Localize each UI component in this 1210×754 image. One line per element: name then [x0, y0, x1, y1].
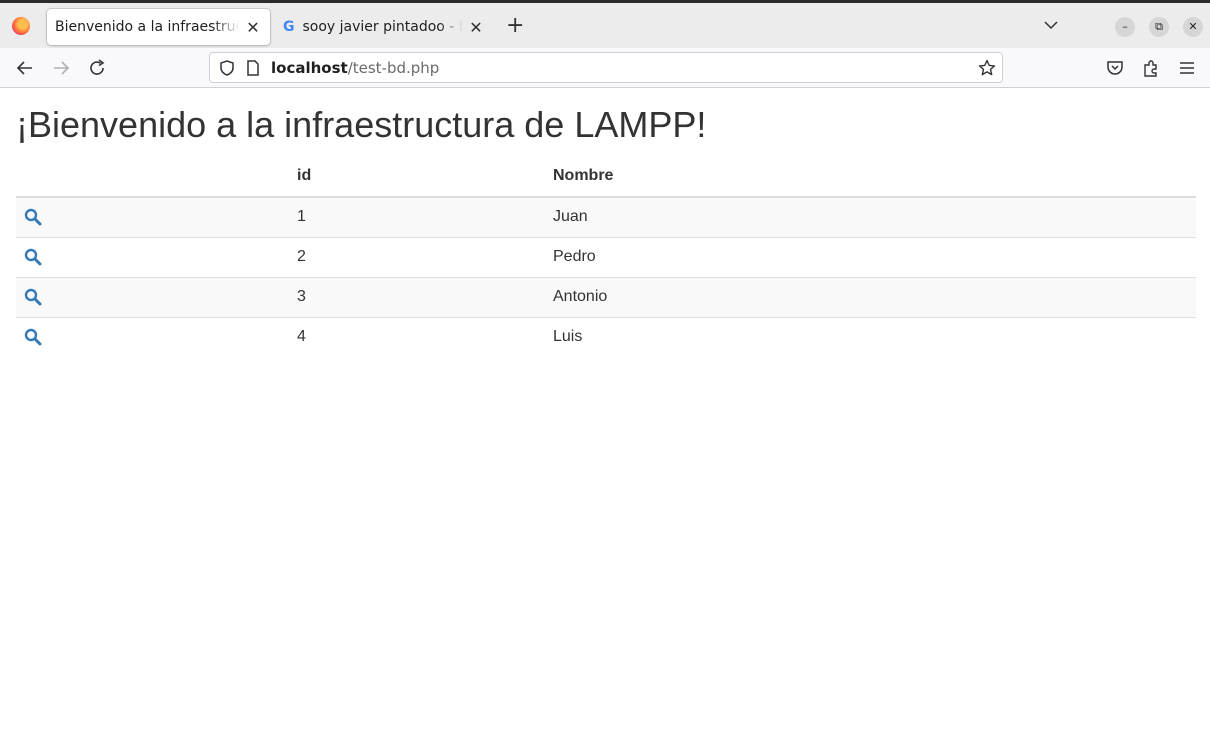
row-nombre: Antonio — [545, 276, 1196, 317]
tab-strip: Bienvenido a la infraestructura de LAMPP… — [0, 0, 1210, 48]
close-tab-icon[interactable]: ✕ — [244, 18, 262, 37]
row-action-cell — [16, 236, 289, 277]
header-action — [16, 156, 289, 198]
navigation-bar: localhost/test-bd.php — [0, 48, 1210, 88]
pocket-icon[interactable] — [1105, 58, 1125, 78]
table-row: 2 Pedro — [16, 236, 1196, 277]
extensions-puzzle-icon[interactable] — [1141, 58, 1161, 78]
table-header-row: id Nombre — [16, 156, 1196, 198]
new-tab-icon[interactable]: + — [506, 15, 524, 37]
row-nombre: Luis — [545, 316, 1196, 357]
tab-title: Bienvenido a la infraestructura de LAMPP… — [55, 19, 240, 35]
restore-window-icon[interactable]: ⧉ — [1149, 17, 1169, 37]
bookmark-star-icon[interactable] — [978, 59, 996, 77]
list-all-tabs-icon[interactable] — [1043, 17, 1059, 33]
search-icon[interactable] — [24, 288, 42, 306]
google-icon: G — [283, 19, 295, 35]
table-row: 3 Antonio — [16, 276, 1196, 317]
row-id: 2 — [289, 236, 545, 277]
reload-icon[interactable] — [87, 58, 107, 78]
close-tab-icon[interactable]: ✕ — [467, 18, 485, 37]
row-id: 1 — [289, 197, 545, 237]
row-action-cell — [16, 316, 289, 357]
firefox-logo-icon[interactable] — [12, 17, 30, 35]
tab-title: sooy javier pintadoo - Buscar con Google — [302, 19, 464, 35]
page-title: ¡Bienvenido a la infraestructura de LAMP… — [16, 104, 707, 145]
row-action-cell — [16, 276, 289, 317]
shield-icon[interactable] — [218, 59, 236, 77]
forward-arrow-icon[interactable] — [51, 58, 71, 78]
hamburger-menu-icon[interactable] — [1177, 58, 1197, 78]
page-info-icon[interactable] — [245, 59, 261, 77]
row-action-cell — [16, 197, 289, 237]
minimize-window-icon[interactable]: – — [1115, 17, 1135, 37]
close-window-icon[interactable]: ✕ — [1183, 17, 1203, 37]
tab-active[interactable]: Bienvenido a la infraestructura de LAMPP… — [47, 9, 270, 45]
row-id: 3 — [289, 276, 545, 317]
search-icon[interactable] — [24, 208, 42, 226]
url-path: /test-bd.php — [347, 59, 440, 77]
header-id: id — [289, 156, 545, 198]
url-bar[interactable]: localhost/test-bd.php — [209, 52, 1003, 83]
row-id: 4 — [289, 316, 545, 357]
table-row: 1 Juan — [16, 197, 1196, 237]
url-text[interactable]: localhost/test-bd.php — [271, 59, 439, 77]
search-icon[interactable] — [24, 328, 42, 346]
back-arrow-icon[interactable] — [15, 58, 35, 78]
search-icon[interactable] — [24, 248, 42, 266]
tab-google-search[interactable]: G sooy javier pintadoo - Buscar con Goog… — [275, 9, 493, 45]
row-nombre: Pedro — [545, 236, 1196, 277]
row-nombre: Juan — [545, 197, 1196, 237]
data-table: id Nombre 1 Juan 2 Pedro 3 Antonio 4 Lui… — [16, 156, 1196, 357]
url-host: localhost — [271, 59, 348, 77]
table-row: 4 Luis — [16, 316, 1196, 357]
header-nombre: Nombre — [545, 156, 1196, 198]
